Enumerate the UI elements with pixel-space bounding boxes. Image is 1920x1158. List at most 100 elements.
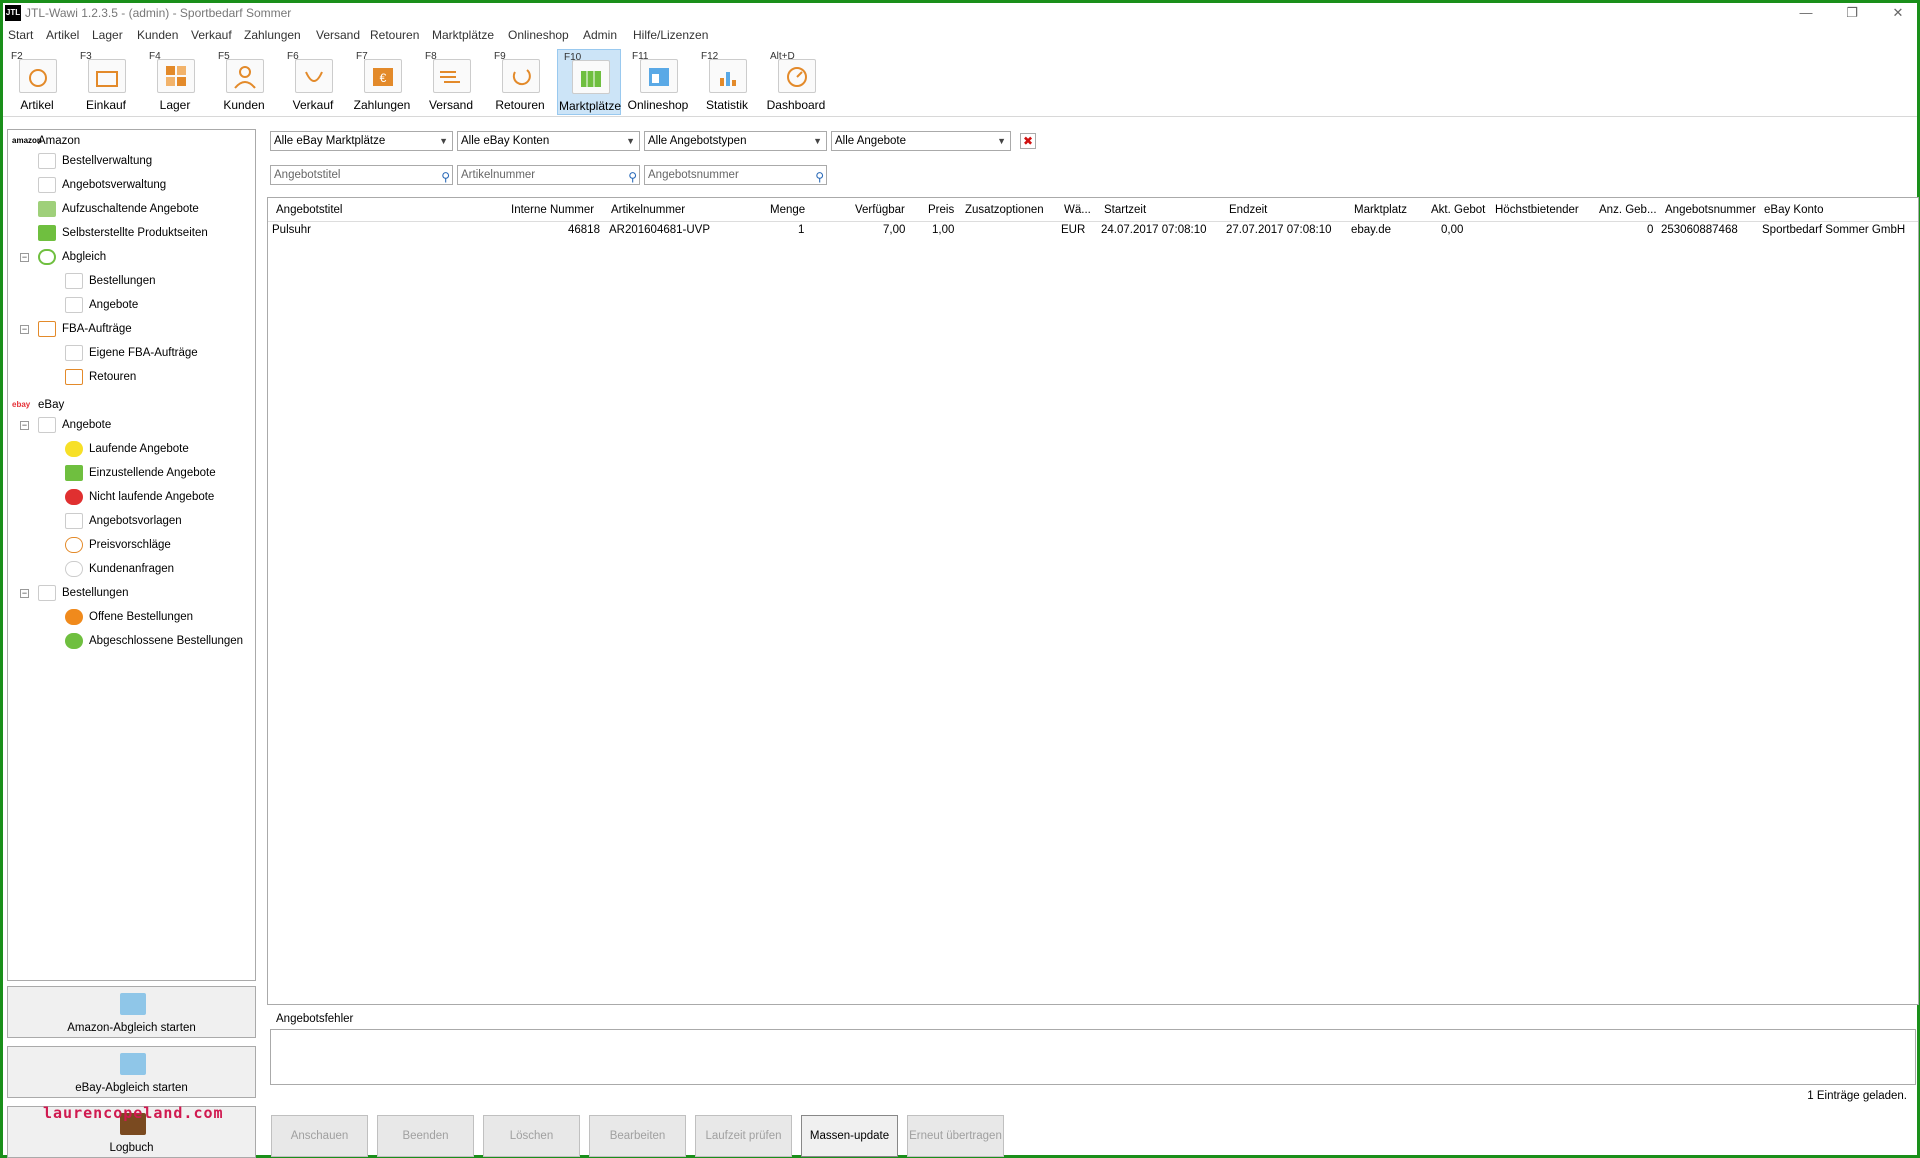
tool-artikel[interactable]: F2 Artikel bbox=[5, 49, 69, 115]
tree-bestellverwaltung[interactable]: Bestellverwaltung bbox=[38, 151, 152, 171]
offer-number-search[interactable]: Angebotsnummer ⚲ bbox=[644, 165, 827, 185]
column-header[interactable]: Marktplatz bbox=[1354, 204, 1407, 216]
check-duration-button[interactable]: Laufzeit prüfen bbox=[695, 1115, 792, 1157]
column-header[interactable]: Artikelnummer bbox=[611, 204, 685, 216]
svg-text:€: € bbox=[380, 71, 387, 85]
tree-aufzuschaltende-angebote[interactable]: Aufzuschaltende Angebote bbox=[38, 199, 199, 219]
tool-verkauf[interactable]: F6 Verkauf bbox=[281, 49, 345, 115]
collapse-bestellungen-toggle[interactable]: − bbox=[20, 589, 29, 598]
tool-onlineshop[interactable]: F11 Onlineshop bbox=[626, 49, 690, 115]
tree-ebay-angebote[interactable]: Angebote bbox=[38, 415, 111, 435]
column-header[interactable]: Angebotsnummer bbox=[1665, 204, 1756, 216]
column-header[interactable]: eBay Konto bbox=[1764, 204, 1823, 216]
tree-abgeschlossene-bestellungen[interactable]: Abgeschlossene Bestellungen bbox=[65, 631, 243, 651]
column-header[interactable]: Höchstbietender bbox=[1495, 204, 1579, 216]
tree-ebay[interactable]: ebay eBay bbox=[12, 395, 64, 415]
tool-lager[interactable]: F4 Lager bbox=[143, 49, 207, 115]
app-logo: JTL bbox=[5, 5, 21, 21]
tree-nicht-laufende-angebote[interactable]: Nicht laufende Angebote bbox=[65, 487, 214, 507]
retransmit-button[interactable]: Erneut übertragen bbox=[907, 1115, 1004, 1157]
clear-filter-button[interactable]: ✖ bbox=[1020, 133, 1036, 149]
menu-zahlungen[interactable]: Zahlungen bbox=[244, 28, 301, 42]
tool-kunden[interactable]: F5 Kunden bbox=[212, 49, 276, 115]
offer-status-select[interactable]: Alle Angebote ▼ bbox=[831, 131, 1011, 151]
tree-einzustellende-angebote[interactable]: Einzustellende Angebote bbox=[65, 463, 216, 483]
sync-icon bbox=[38, 248, 56, 265]
tree-angebotsvorlagen[interactable]: Angebotsvorlagen bbox=[65, 511, 182, 531]
tool-retouren[interactable]: F9 Retouren bbox=[488, 49, 552, 115]
tree-ebay-bestellungen[interactable]: Bestellungen bbox=[38, 583, 129, 603]
end-button[interactable]: Beenden bbox=[377, 1115, 474, 1157]
tree-amazon[interactable]: amazonAmazon bbox=[12, 131, 80, 151]
menu-onlineshop[interactable]: Onlineshop bbox=[508, 28, 569, 42]
tree-angebotsverwaltung[interactable]: Angebotsverwaltung bbox=[38, 175, 166, 195]
tool-statistik[interactable]: F12 Statistik bbox=[695, 49, 759, 115]
search-icon[interactable]: ⚲ bbox=[815, 168, 824, 186]
minimize-button[interactable]: — bbox=[1783, 3, 1829, 25]
offer-title-search[interactable]: Angebotstitel ⚲ bbox=[270, 165, 453, 185]
menu-marktplaetze[interactable]: Marktplätze bbox=[432, 28, 494, 42]
collapse-fba-toggle[interactable]: − bbox=[20, 325, 29, 334]
document-icon bbox=[38, 152, 56, 169]
search-icon[interactable]: ⚲ bbox=[441, 168, 450, 186]
tree-eigene-fba-auftraege[interactable]: Eigene FBA-Aufträge bbox=[65, 343, 198, 363]
tool-versand[interactable]: F8 Versand bbox=[419, 49, 483, 115]
menu-hilfe[interactable]: Hilfe/Lizenzen bbox=[633, 28, 708, 42]
menu-start[interactable]: Start bbox=[8, 28, 33, 42]
menu-retouren[interactable]: Retouren bbox=[370, 28, 419, 42]
close-icon: ✖ bbox=[1022, 134, 1034, 148]
watermark: laurencopeland.com bbox=[43, 1104, 224, 1122]
column-header[interactable]: Preis bbox=[928, 204, 954, 216]
collapse-abgleich-toggle[interactable]: − bbox=[20, 253, 29, 262]
tree-abgleich[interactable]: Abgleich bbox=[38, 247, 106, 267]
upload-icon bbox=[38, 416, 56, 433]
marketplace-select[interactable]: Alle eBay Marktplätze ▼ bbox=[270, 131, 453, 151]
download-icon bbox=[65, 272, 83, 289]
column-header[interactable]: Interne Nummer bbox=[511, 204, 594, 216]
view-button[interactable]: Anschauen bbox=[271, 1115, 368, 1157]
tool-einkauf[interactable]: F3 Einkauf bbox=[74, 49, 138, 115]
collapse-angebote-toggle[interactable]: − bbox=[20, 421, 29, 430]
column-header[interactable]: Akt. Gebot bbox=[1431, 204, 1485, 216]
column-header[interactable]: Angebotstitel bbox=[276, 204, 343, 216]
amazon-sync-button[interactable]: Amazon-Abgleich starten bbox=[7, 986, 256, 1038]
column-header[interactable]: Anz. Geb... bbox=[1599, 204, 1657, 216]
running-icon bbox=[65, 440, 83, 457]
tree-laufende-angebote[interactable]: Laufende Angebote bbox=[65, 439, 189, 459]
column-header[interactable]: Endzeit bbox=[1229, 204, 1267, 216]
column-header[interactable]: Wä... bbox=[1064, 204, 1091, 216]
menu-admin[interactable]: Admin bbox=[583, 28, 617, 42]
restore-button[interactable]: ❐ bbox=[1829, 3, 1875, 25]
tool-zahlungen[interactable]: F7 € Zahlungen bbox=[350, 49, 414, 115]
column-header[interactable]: Zusatzoptionen bbox=[965, 204, 1044, 216]
ebay-sync-button[interactable]: eBay-Abgleich starten bbox=[7, 1046, 256, 1098]
window-title: JTL-Wawi 1.2.3.5 - (admin) - Sportbedarf… bbox=[25, 6, 292, 20]
close-button[interactable]: ✕ bbox=[1875, 3, 1920, 25]
column-header[interactable]: Verfügbar bbox=[855, 204, 905, 216]
tree-preisvorschlaege[interactable]: Preisvorschläge bbox=[65, 535, 171, 555]
menu-lager[interactable]: Lager bbox=[92, 28, 123, 42]
menu-artikel[interactable]: Artikel bbox=[46, 28, 79, 42]
menu-kunden[interactable]: Kunden bbox=[137, 28, 178, 42]
column-header[interactable]: Startzeit bbox=[1104, 204, 1146, 216]
tree-kundenanfragen[interactable]: Kundenanfragen bbox=[65, 559, 174, 579]
delete-button[interactable]: Löschen bbox=[483, 1115, 580, 1157]
tree-abgleich-angebote[interactable]: Angebote bbox=[65, 295, 138, 315]
tree-offene-bestellungen[interactable]: Offene Bestellungen bbox=[65, 607, 193, 627]
tree-fba-retouren[interactable]: Retouren bbox=[65, 367, 136, 387]
account-select[interactable]: Alle eBay Konten ▼ bbox=[457, 131, 640, 151]
menu-verkauf[interactable]: Verkauf bbox=[191, 28, 232, 42]
tree-abgleich-bestellungen[interactable]: Bestellungen bbox=[65, 271, 156, 291]
offer-type-select[interactable]: Alle Angebotstypen ▼ bbox=[644, 131, 827, 151]
tool-marktplaetze[interactable]: F10 Marktplätze bbox=[557, 49, 621, 115]
column-header[interactable]: Menge bbox=[770, 204, 805, 216]
search-icon[interactable]: ⚲ bbox=[628, 168, 637, 186]
menu-versand[interactable]: Versand bbox=[316, 28, 360, 42]
edit-button[interactable]: Bearbeiten bbox=[589, 1115, 686, 1157]
article-number-search[interactable]: Artikelnummer ⚲ bbox=[457, 165, 640, 185]
tree-selbsterstellte-produktseiten[interactable]: Selbsterstellte Produktseiten bbox=[38, 223, 208, 243]
tool-dashboard[interactable]: Alt+D Dashboard bbox=[764, 49, 828, 115]
tree-fba-auftraege[interactable]: FBA-Aufträge bbox=[38, 319, 132, 339]
menu-bar: Start Artikel Lager Kunden Verkauf Zahlu… bbox=[3, 26, 1917, 46]
mass-update-button[interactable]: Massen-update bbox=[801, 1115, 898, 1157]
